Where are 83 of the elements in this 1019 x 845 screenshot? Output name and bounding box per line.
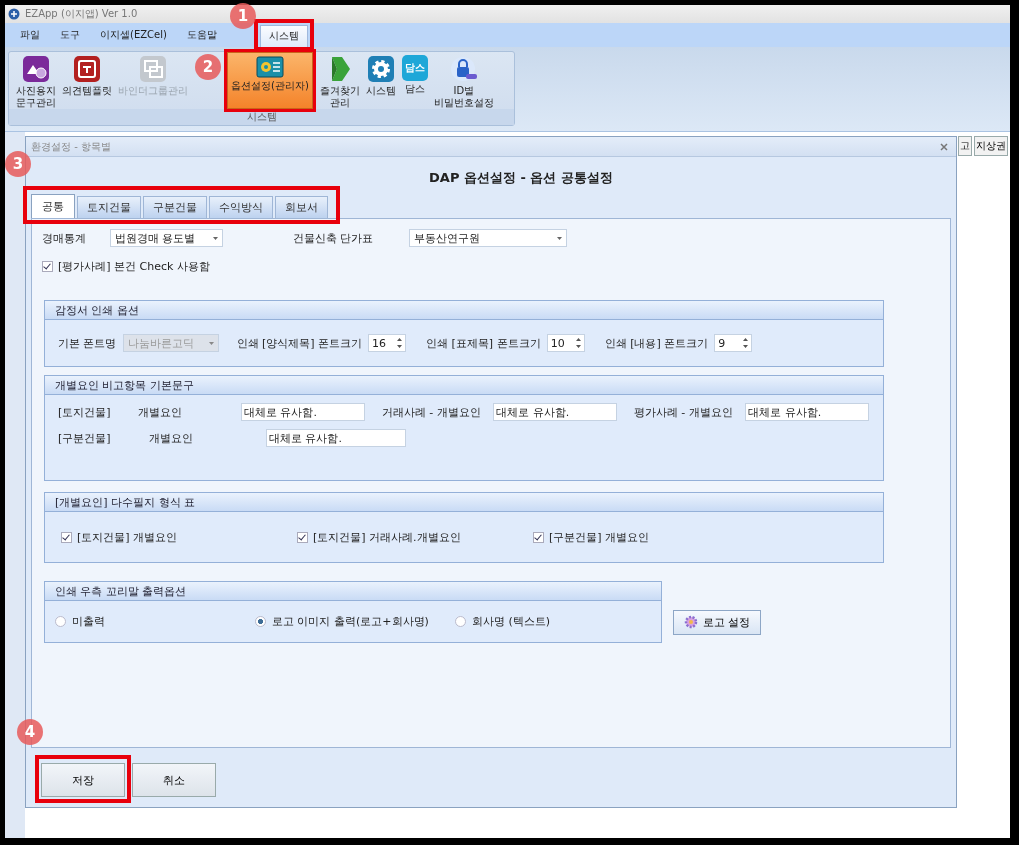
text-field[interactable]: 대체로 유사함. bbox=[241, 403, 365, 421]
ribbon-group-label: 시스템 bbox=[9, 109, 514, 125]
ribbon-button[interactable]: 시스템 bbox=[362, 52, 399, 109]
caret-icon bbox=[213, 236, 218, 240]
checkbox[interactable] bbox=[61, 531, 72, 543]
field-label: 인쇄 [내용] 폰트크기 bbox=[604, 335, 709, 351]
gear-icon bbox=[683, 615, 698, 629]
text-field[interactable]: 대체로 유사함. bbox=[493, 403, 617, 421]
dialog-title: 환경설정 - 항목별 bbox=[31, 139, 111, 154]
checkbox[interactable] bbox=[297, 531, 308, 543]
spin-field[interactable]: 10 bbox=[546, 334, 585, 352]
close-icon[interactable] bbox=[940, 142, 948, 151]
spin-field[interactable]: 9 bbox=[714, 334, 753, 352]
tab[interactable]: 구분건물 bbox=[143, 196, 207, 218]
text-field[interactable]: 대체로 유사함. bbox=[266, 429, 406, 447]
checkbox-label: [토지건물] 개별요인 bbox=[77, 529, 178, 545]
ribbon-button[interactable]: 담스 담스 bbox=[398, 52, 431, 109]
ribbon-button[interactable]: 즐겨찾기 관리 bbox=[316, 52, 363, 109]
tab[interactable]: 토지건물 bbox=[77, 196, 141, 218]
template-icon bbox=[73, 55, 101, 83]
background-button[interactable]: 지상권 bbox=[974, 136, 1008, 156]
logo-settings-button[interactable]: 로고 설정 bbox=[673, 609, 761, 635]
window-title: EZApp (이지앱) Ver 1.0 bbox=[25, 7, 138, 21]
menu-tab[interactable]: 도구 bbox=[51, 24, 89, 47]
ribbon-button[interactable]: 사진용지 문구관리 bbox=[13, 52, 59, 109]
group-title: 인쇄 우측 꼬리말 출력옵션 bbox=[45, 582, 661, 601]
tab[interactable]: 회보서 bbox=[275, 196, 328, 218]
radio-button[interactable] bbox=[255, 616, 266, 627]
radio-label: 로고 이미지 출력(로고+회사명) bbox=[272, 614, 429, 629]
checkbox-label: [평가사례] 본건 Check 사용함 bbox=[58, 259, 210, 274]
radio-label: 회사명 (텍스트) bbox=[472, 614, 551, 629]
field-label: 건물신축 단가표 bbox=[293, 230, 375, 246]
field-label: 개별요인 bbox=[137, 404, 184, 420]
checkbox[interactable] bbox=[533, 531, 544, 543]
menu-tab[interactable]: 시스템 bbox=[259, 25, 308, 47]
menu-tab[interactable]: 파일 bbox=[11, 24, 49, 47]
menu-tab[interactable]: 이지셀(EZCel) bbox=[91, 24, 176, 47]
radio-button[interactable] bbox=[55, 616, 66, 627]
field-label: 인쇄 [양식제목] 폰트크기 bbox=[236, 335, 363, 351]
category-label: [구분건물] bbox=[58, 430, 112, 446]
dialog-heading: DAP 옵션설정 - 옵션 공통설정 bbox=[428, 169, 614, 187]
step-number: 1 bbox=[229, 3, 256, 29]
tab[interactable]: 공통 bbox=[31, 194, 75, 218]
checkbox[interactable] bbox=[42, 261, 53, 272]
radio-label: 미출력 bbox=[72, 614, 105, 629]
dialog-button[interactable]: 취소 bbox=[132, 763, 216, 797]
text-field[interactable]: 대체로 유사함. bbox=[745, 403, 869, 421]
gear-icon bbox=[366, 55, 395, 83]
settings-panel-icon bbox=[255, 56, 284, 78]
menu-tab[interactable]: 도움말 bbox=[177, 24, 226, 47]
caret-icon bbox=[208, 341, 214, 345]
field-label: 개별요인 bbox=[148, 430, 194, 446]
spinner-arrows-icon bbox=[397, 338, 403, 348]
dialog-button[interactable]: 저장 bbox=[41, 763, 125, 797]
ribbon-button[interactable]: 옵션설정(관리자) bbox=[227, 52, 313, 109]
background-button[interactable]: 고 bbox=[958, 136, 972, 156]
spinner-arrows-icon bbox=[575, 338, 581, 348]
category-label: [토지건물] bbox=[58, 404, 112, 420]
checkbox-label: [구분건물] 개별요인 bbox=[549, 529, 650, 545]
field-label: 거래사례 - 개별요인 bbox=[380, 404, 482, 420]
dropdown[interactable]: 법원경매 용도별 bbox=[110, 229, 223, 247]
caret-icon bbox=[557, 236, 562, 240]
group-title: [개별요인] 다수필지 형식 표 bbox=[45, 493, 883, 512]
ribbon-button[interactable]: ID별 비밀번호설정 bbox=[430, 52, 497, 109]
tab[interactable]: 수익방식 bbox=[209, 196, 273, 218]
field-label: 기본 폰트명 bbox=[58, 335, 117, 351]
binder-icon bbox=[139, 55, 167, 83]
ribbon-button[interactable]: 의견템플릿 bbox=[59, 52, 115, 109]
radio-button[interactable] bbox=[455, 616, 466, 627]
photo-icon bbox=[22, 55, 50, 83]
app-icon: 담스 bbox=[401, 55, 428, 81]
dropdown[interactable]: 부동산연구원 bbox=[409, 229, 567, 247]
field-label: 평가사례 - 개별요인 bbox=[632, 404, 734, 420]
app-logo-icon bbox=[8, 8, 20, 20]
checkbox-label: [토지건물] 거래사례.개별요인 bbox=[313, 529, 461, 545]
spin-field[interactable]: 16 bbox=[368, 334, 407, 352]
field-label: 경매통계 bbox=[42, 230, 87, 246]
group-title: 개별요인 비고항목 기본문구 bbox=[45, 376, 883, 395]
lock-icon bbox=[449, 55, 478, 83]
field-label: 인쇄 [표제목] 폰트크기 bbox=[426, 335, 541, 351]
group-title: 감정서 인쇄 옵션 bbox=[45, 301, 883, 320]
spinner-arrows-icon bbox=[743, 338, 749, 348]
step-number: 2 bbox=[195, 54, 221, 80]
